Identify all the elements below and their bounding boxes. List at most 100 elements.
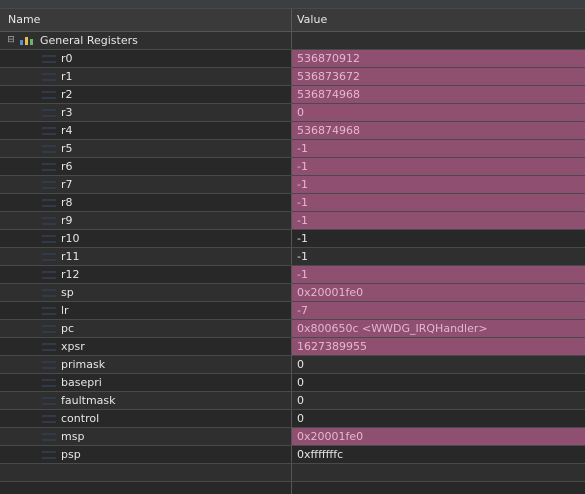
register-value[interactable]: 0 <box>292 410 585 427</box>
empty-value-cell <box>292 464 585 481</box>
register-row-xpsr[interactable]: xpsr 1627389955 <box>0 338 585 356</box>
register-value[interactable]: -1 <box>292 248 585 265</box>
register-value[interactable]: 536874968 <box>292 122 585 139</box>
column-header-name[interactable]: Name <box>0 9 292 31</box>
register-value[interactable]: -1 <box>292 230 585 247</box>
register-row-r3[interactable]: r3 0 <box>0 104 585 122</box>
empty-value-cell <box>292 482 585 494</box>
register-row-basepri[interactable]: basepri 0 <box>0 374 585 392</box>
register-value[interactable]: 1627389955 <box>292 338 585 355</box>
register-row-r4[interactable]: r4 536874968 <box>0 122 585 140</box>
register-name-cell: primask <box>0 356 292 373</box>
register-value[interactable]: 0 <box>292 104 585 121</box>
register-value[interactable]: -1 <box>292 212 585 229</box>
register-icon <box>42 162 56 171</box>
register-value[interactable]: -1 <box>292 176 585 193</box>
register-name: r7 <box>61 178 73 191</box>
register-row-faultmask[interactable]: faultmask 0 <box>0 392 585 410</box>
register-value[interactable]: -1 <box>292 266 585 283</box>
register-row-r7[interactable]: r7 -1 <box>0 176 585 194</box>
register-value[interactable]: 536873672 <box>292 68 585 85</box>
register-row-r9[interactable]: r9 -1 <box>0 212 585 230</box>
register-icon <box>42 432 56 441</box>
register-value[interactable]: -1 <box>292 194 585 211</box>
register-name: sp <box>61 286 74 299</box>
register-icon <box>42 288 56 297</box>
register-name: r5 <box>61 142 73 155</box>
register-row-r6[interactable]: r6 -1 <box>0 158 585 176</box>
register-row-r1[interactable]: r1 536873672 <box>0 68 585 86</box>
register-value[interactable]: 536874968 <box>292 86 585 103</box>
register-value[interactable]: 0 <box>292 392 585 409</box>
register-name-cell: psp <box>0 446 292 463</box>
register-row-r2[interactable]: r2 536874968 <box>0 86 585 104</box>
register-icon <box>42 342 56 351</box>
register-name-cell: faultmask <box>0 392 292 409</box>
register-row-control[interactable]: control 0 <box>0 410 585 428</box>
empty-name-cell <box>0 482 292 494</box>
register-value[interactable]: 0x20001fe0 <box>292 284 585 301</box>
register-row-psp[interactable]: psp 0xfffffffc <box>0 446 585 464</box>
register-row-r0[interactable]: r0 536870912 <box>0 50 585 68</box>
group-label: General Registers <box>40 34 138 47</box>
register-value[interactable]: 536870912 <box>292 50 585 67</box>
register-row-r11[interactable]: r11 -1 <box>0 248 585 266</box>
register-icon <box>42 126 56 135</box>
register-name: r9 <box>61 214 73 227</box>
register-name-cell: r12 <box>0 266 292 283</box>
register-name-cell: lr <box>0 302 292 319</box>
register-name-cell: r3 <box>0 104 292 121</box>
register-icon <box>42 324 56 333</box>
register-name: faultmask <box>61 394 116 407</box>
register-row-primask[interactable]: primask 0 <box>0 356 585 374</box>
register-name: pc <box>61 322 75 335</box>
register-name: r0 <box>61 52 73 65</box>
column-header-value[interactable]: Value <box>292 9 585 31</box>
register-name-cell: r9 <box>0 212 292 229</box>
register-name-cell: r8 <box>0 194 292 211</box>
register-icon <box>42 306 56 315</box>
register-name: psp <box>61 448 81 461</box>
register-value[interactable]: 0 <box>292 374 585 391</box>
register-icon <box>42 450 56 459</box>
register-name-cell: r0 <box>0 50 292 67</box>
register-name-cell: r2 <box>0 86 292 103</box>
register-icon <box>42 396 56 405</box>
register-row-r5[interactable]: r5 -1 <box>0 140 585 158</box>
register-row-msp[interactable]: msp 0x20001fe0 <box>0 428 585 446</box>
tree-group-general-registers[interactable]: ⊟ General Registers <box>0 32 585 50</box>
register-value[interactable]: 0x800650c <WWDG_IRQHandler> <box>292 320 585 337</box>
register-icon <box>42 198 56 207</box>
expand-collapse-icon[interactable]: ⊟ <box>6 32 16 49</box>
register-row-sp[interactable]: sp 0x20001fe0 <box>0 284 585 302</box>
register-icon <box>42 270 56 279</box>
register-group-icon <box>20 35 34 47</box>
register-name-cell: basepri <box>0 374 292 391</box>
register-icon <box>42 180 56 189</box>
empty-name-cell <box>0 464 292 481</box>
register-name-cell: r6 <box>0 158 292 175</box>
register-value[interactable]: -1 <box>292 158 585 175</box>
register-value[interactable]: -7 <box>292 302 585 319</box>
register-name-cell: control <box>0 410 292 427</box>
register-row-lr[interactable]: lr -7 <box>0 302 585 320</box>
register-icon <box>42 360 56 369</box>
register-name-cell: msp <box>0 428 292 445</box>
register-row-r10[interactable]: r10 -1 <box>0 230 585 248</box>
register-value[interactable]: -1 <box>292 140 585 157</box>
register-row-r12[interactable]: r12 -1 <box>0 266 585 284</box>
register-value[interactable]: 0xfffffffc <box>292 446 585 463</box>
register-value[interactable]: 0x20001fe0 <box>292 428 585 445</box>
register-row-r8[interactable]: r8 -1 <box>0 194 585 212</box>
register-row-pc[interactable]: pc 0x800650c <WWDG_IRQHandler> <box>0 320 585 338</box>
empty-row <box>0 482 585 494</box>
group-value <box>292 32 585 49</box>
register-name: lr <box>61 304 69 317</box>
register-icon <box>42 414 56 423</box>
register-icon <box>42 216 56 225</box>
register-value[interactable]: 0 <box>292 356 585 373</box>
register-name: r8 <box>61 196 73 209</box>
registers-tree: ⊟ General Registers r0 536870912 r1 5368736… <box>0 32 585 494</box>
register-name: control <box>61 412 100 425</box>
register-icon <box>42 72 56 81</box>
